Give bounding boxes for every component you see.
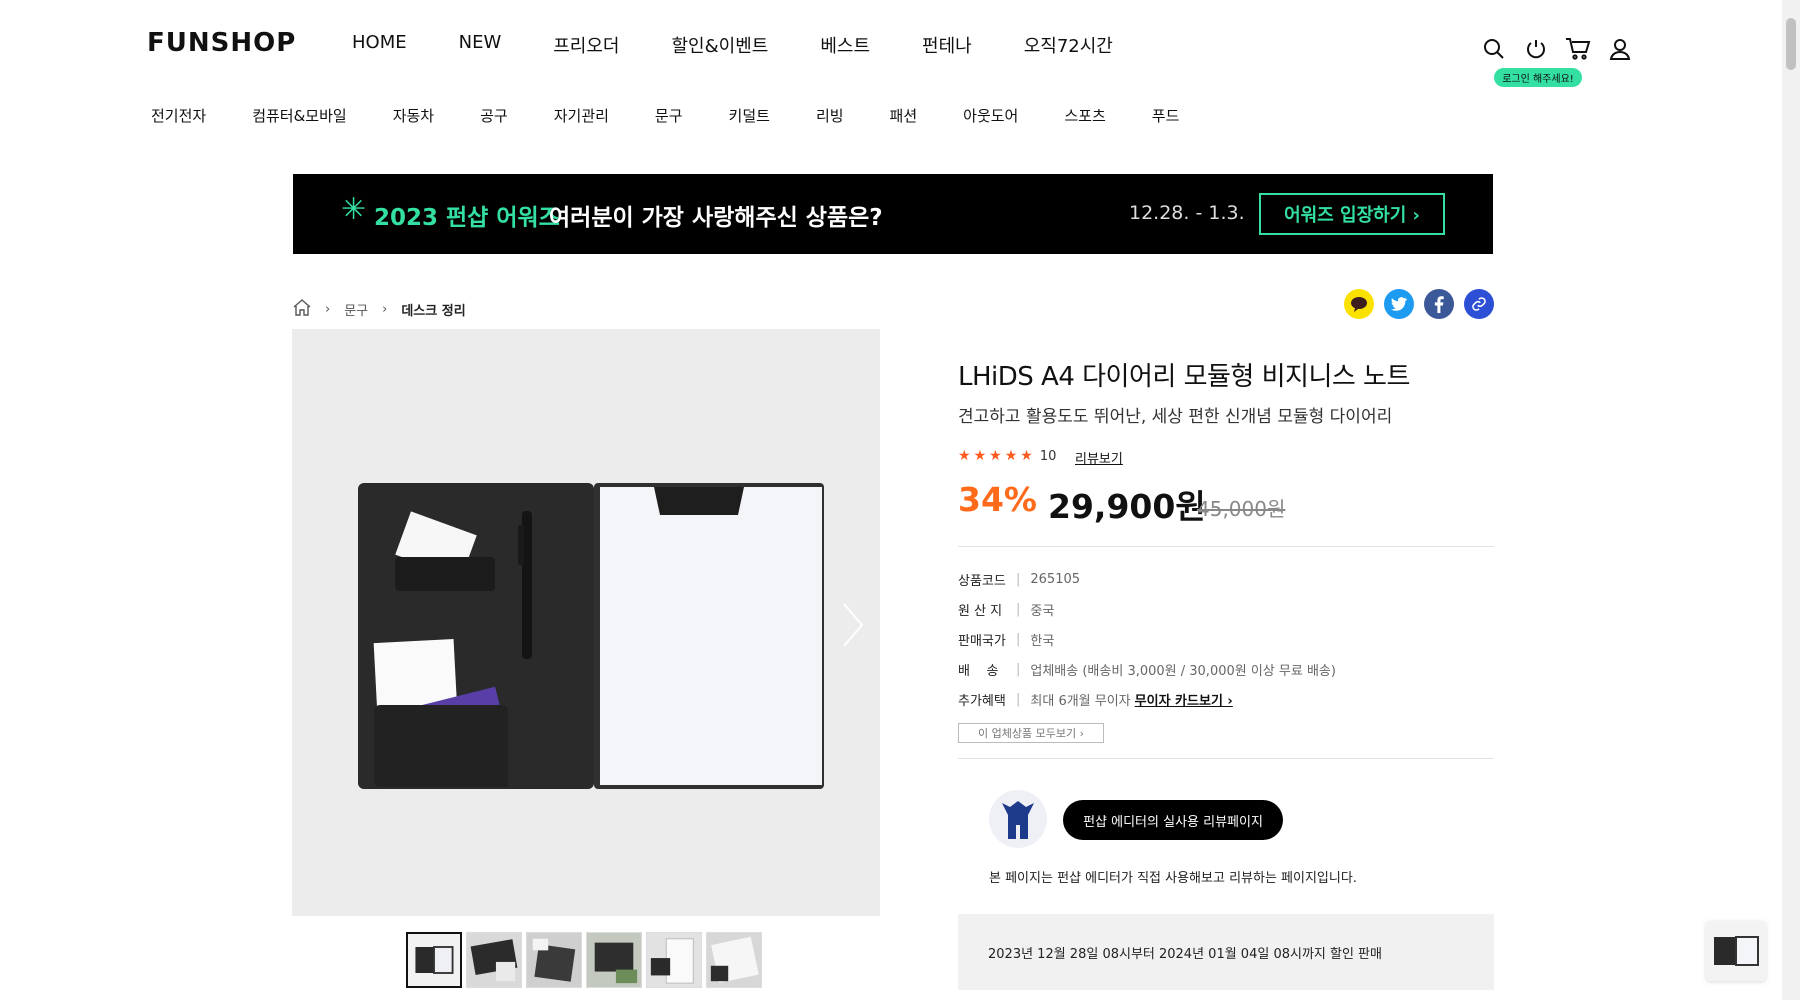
- thumbnail[interactable]: [406, 932, 462, 988]
- category-kidult[interactable]: 키덜트: [729, 105, 770, 126]
- rating-stars: ★ ★ ★ ★ ★ 10: [958, 448, 1056, 464]
- nav-best[interactable]: 베스트: [820, 32, 870, 58]
- banner-date: 12.28. - 1.3.: [1129, 202, 1245, 224]
- category-nav: 전기전자 컴퓨터&모바일 자동차 공구 자기관리 문구 키덜트 리빙 패션 아웃…: [151, 105, 1225, 126]
- facebook-share-icon[interactable]: [1424, 289, 1454, 319]
- spec-value: 중국: [1030, 604, 1055, 619]
- editor-review-button[interactable]: 펀샵 에디터의 실사용 리뷰페이지: [1063, 800, 1283, 840]
- category-fashion[interactable]: 패션: [890, 105, 918, 126]
- scrollbar[interactable]: [1782, 0, 1800, 1000]
- rating-count: 10: [1039, 448, 1057, 464]
- original-price: 45,000원: [1197, 497, 1286, 521]
- category-living[interactable]: 리빙: [816, 105, 844, 126]
- category-electronics[interactable]: 전기전자: [151, 105, 206, 126]
- spec-row: 배 송 | 업체배송 (배송비 3,000원 / 30,000원 이상 무료 배송…: [958, 662, 1336, 679]
- sale-price: 29,900원: [1048, 487, 1206, 526]
- category-food[interactable]: 푸드: [1152, 105, 1180, 126]
- spec-row: 원 산 지 | 중국: [958, 602, 1055, 619]
- funshop-logo[interactable]: FUNSHOP: [147, 28, 296, 58]
- product-main-image[interactable]: [292, 329, 880, 916]
- category-outdoor[interactable]: 아웃도어: [963, 105, 1018, 126]
- spec-key: 판매국가: [958, 634, 1006, 649]
- spec-key: 배 송: [958, 664, 999, 679]
- divider: [958, 546, 1494, 547]
- banner-highlight: 2023 펀샵 어워즈: [374, 205, 560, 231]
- star-icon: ★: [1004, 448, 1018, 464]
- thumbnail-list: [406, 932, 762, 988]
- editor-note: 본 페이지는 펀샵 에디터가 직접 사용해보고 리뷰하는 페이지입니다.: [989, 871, 1357, 886]
- twitter-share-icon[interactable]: [1384, 289, 1414, 319]
- category-computer-mobile[interactable]: 컴퓨터&모바일: [252, 105, 347, 126]
- nav-preorder[interactable]: 프리오더: [553, 32, 619, 58]
- breadcrumb-current[interactable]: 데스크 정리: [401, 300, 465, 319]
- star-icon: ★: [989, 448, 1002, 464]
- thumbnail[interactable]: [526, 932, 582, 988]
- spec-key: 상품코드: [958, 574, 1006, 589]
- star-icon: ★: [1020, 448, 1033, 464]
- editor-avatar: [989, 790, 1047, 848]
- thumbnail[interactable]: [586, 932, 642, 988]
- category-self-care[interactable]: 자기관리: [554, 105, 609, 126]
- cart-icon[interactable]: [1564, 35, 1592, 63]
- awards-banner[interactable]: ✳ 2023 펀샵 어워즈 여러분이 가장 사랑해주신 상품은? 12.28. …: [293, 174, 1493, 254]
- divider: [958, 758, 1494, 759]
- home-icon[interactable]: [293, 299, 311, 320]
- power-icon[interactable]: [1522, 35, 1550, 63]
- category-car[interactable]: 자동차: [393, 105, 434, 126]
- nav-new[interactable]: NEW: [459, 32, 502, 58]
- spec-key: 원 산 지: [958, 604, 1003, 619]
- star-icon: ★: [973, 448, 987, 464]
- chevron-right-icon: ›: [382, 302, 388, 317]
- main-nav: HOME NEW 프리오더 할인&이벤트 베스트 펀테나 오직72시간: [352, 32, 1165, 58]
- kakao-share-icon[interactable]: [1344, 289, 1374, 319]
- spec-row: 판매국가 | 한국: [958, 632, 1055, 649]
- nav-72hours[interactable]: 오직72시간: [1024, 32, 1113, 58]
- spec-value: 265105: [1030, 572, 1081, 587]
- search-icon[interactable]: [1480, 35, 1508, 63]
- spec-key: 추가혜택: [958, 694, 1006, 709]
- chevron-right-icon[interactable]: [840, 600, 866, 650]
- nav-home[interactable]: HOME: [352, 32, 407, 58]
- spec-value: 최대 6개월 무이자: [1030, 694, 1131, 709]
- spec-row: 추가혜택 | 최대 6개월 무이자 무이자 카드보기 ›: [958, 690, 1233, 709]
- sale-period-box: 2023년 12월 28일 08시부터 2024년 01월 04일 08시까지 …: [958, 914, 1494, 990]
- review-link[interactable]: 리뷰보기: [1075, 448, 1123, 467]
- breadcrumb: › 문구 › 데스크 정리: [293, 299, 466, 320]
- sparkle-icon: ✳: [341, 192, 367, 227]
- view-all-vendor-products-button[interactable]: 이 업체상품 모두보기 ›: [958, 723, 1104, 743]
- star-icon: ★: [958, 448, 971, 464]
- category-stationery[interactable]: 문구: [655, 105, 683, 126]
- product-title: LHiDS A4 다이어리 모듈형 비지니스 노트: [958, 362, 1410, 392]
- recent-product-thumbnail[interactable]: [1706, 921, 1766, 981]
- spec-row: 상품코드 | 265105: [958, 572, 1081, 589]
- spec-value: 업체배송 (배송비 3,000원 / 30,000원 이상 무료 배송): [1030, 664, 1336, 679]
- spec-value: 한국: [1030, 634, 1055, 649]
- banner-text: 여러분이 가장 사랑해주신 상품은?: [549, 205, 883, 231]
- thumbnail[interactable]: [706, 932, 762, 988]
- nav-funtenna[interactable]: 펀테나: [922, 32, 972, 58]
- discount-rate: 34%: [958, 480, 1037, 519]
- breadcrumb-item[interactable]: 문구: [344, 300, 368, 319]
- scrollbar-thumb[interactable]: [1786, 18, 1796, 70]
- awards-enter-button[interactable]: 어워즈 입장하기 ›: [1259, 193, 1445, 235]
- interest-free-card-link[interactable]: 무이자 카드보기 ›: [1135, 690, 1233, 709]
- product-subtitle: 견고하고 활용도도 뛰어난, 세상 편한 신개념 모듈형 다이어리: [958, 407, 1393, 427]
- nav-sale-event[interactable]: 할인&이벤트: [672, 32, 769, 58]
- login-prompt-badge[interactable]: 로그인 해주세요!: [1494, 68, 1582, 87]
- user-icon[interactable]: [1606, 35, 1634, 63]
- copy-link-icon[interactable]: [1464, 289, 1494, 319]
- chevron-right-icon: ›: [325, 302, 331, 317]
- category-tools[interactable]: 공구: [480, 105, 508, 126]
- category-sports[interactable]: 스포츠: [1064, 105, 1105, 126]
- thumbnail[interactable]: [466, 932, 522, 988]
- product-image: [292, 329, 880, 916]
- thumbnail[interactable]: [646, 932, 702, 988]
